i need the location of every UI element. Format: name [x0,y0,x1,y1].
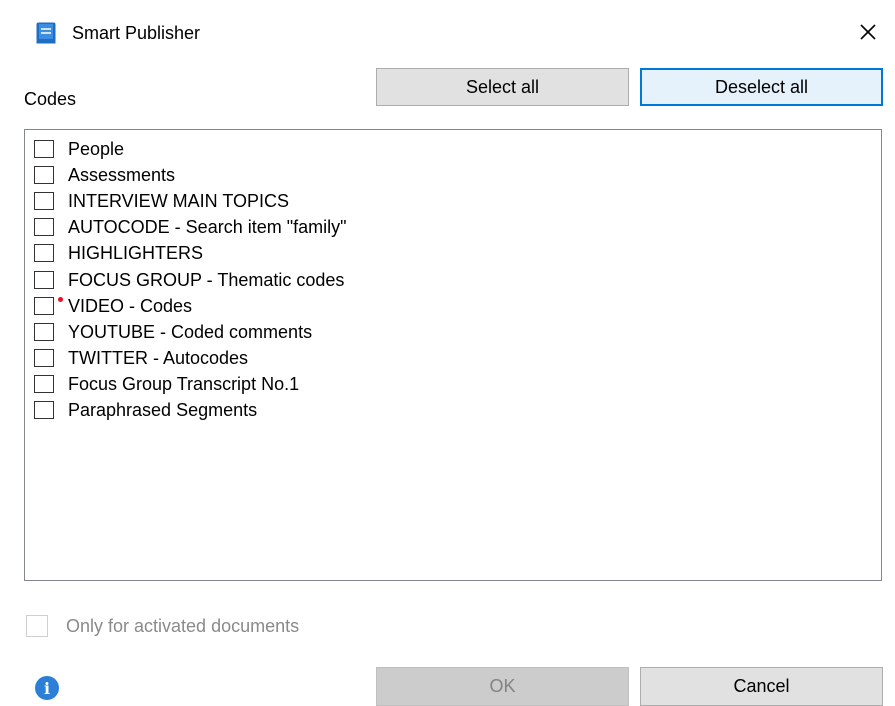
code-checkbox[interactable] [34,140,54,158]
code-checkbox[interactable] [34,218,54,237]
code-label: YOUTUBE - Coded comments [68,321,313,342]
code-checkbox[interactable] [34,296,63,315]
code-checkbox[interactable] [34,166,54,185]
code-list-item[interactable]: TWITTER - Autocodes [34,346,248,370]
code-list-item[interactable]: AUTOCODE - Search item "family" [34,215,347,239]
code-label: AUTOCODE - Search item "family" [68,217,347,238]
code-list-item[interactable]: FOCUS GROUP - Thematic codes [34,268,344,292]
memo-marker-icon [58,296,63,302]
code-list-item[interactable]: Paraphrased Segments [34,398,257,422]
code-label: Paraphrased Segments [68,400,258,420]
code-list-item[interactable]: HIGHLIGHTERS [34,241,203,265]
code-label: Focus Group Transcript No.1 [68,373,300,394]
code-checkbox[interactable] [34,244,54,263]
only-activated-option: Only for activated documents [26,615,299,637]
codes-label: Codes [24,89,77,109]
code-list-item[interactable]: Focus Group Transcript No.1 [34,372,299,396]
code-checkbox[interactable] [34,374,54,393]
codes-list[interactable]: People Assessments INTERVIEW MAIN TOPICS AU… [24,129,882,581]
code-checkbox[interactable] [34,401,54,419]
only-activated-checkbox[interactable] [26,615,48,637]
cancel-button[interactable]: Cancel [640,667,883,706]
book-icon [36,22,56,44]
code-list-item[interactable]: Assessments [34,163,175,187]
select-all-button[interactable]: Select all [376,68,629,106]
only-activated-label: Only for activated documents [66,615,300,636]
window-title: Smart Publisher [72,23,201,43]
ok-button[interactable]: OK [376,667,629,706]
code-label: FOCUS GROUP - Thematic codes [68,269,345,290]
close-icon[interactable] [856,20,880,44]
code-label: TWITTER - Autocodes [68,347,249,368]
title-bar: Smart Publisher [0,0,895,60]
code-list-item[interactable]: VIDEO - Codes [34,294,192,318]
info-icon[interactable]: i [35,676,59,700]
code-list-item[interactable]: YOUTUBE - Coded comments [34,320,312,344]
code-label: Assessments [68,165,176,186]
code-label: People [68,139,125,159]
code-label: INTERVIEW MAIN TOPICS [68,191,290,212]
code-list-item[interactable]: INTERVIEW MAIN TOPICS [34,189,289,213]
code-checkbox[interactable] [34,348,54,367]
code-label: HIGHLIGHTERS [68,243,204,264]
code-label: VIDEO - Codes [68,295,193,316]
code-checkbox[interactable] [34,270,54,289]
deselect-all-button[interactable]: Deselect all [640,68,883,106]
code-checkbox[interactable] [34,322,54,341]
code-list-item[interactable]: People [34,137,124,161]
code-checkbox[interactable] [34,192,54,211]
